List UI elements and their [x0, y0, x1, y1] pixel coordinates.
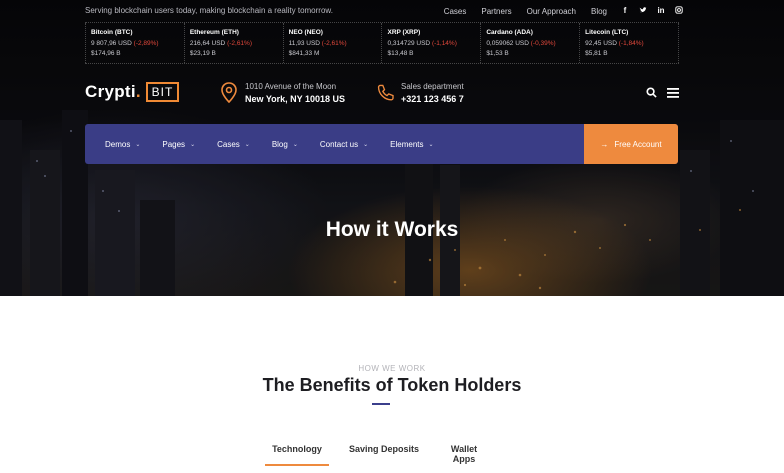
nav-item-label: Demos [105, 139, 131, 149]
nav-item-blog[interactable]: Blog ⌄ [272, 140, 298, 149]
coin-price: 0,059062 USD (-0,39%) [486, 40, 579, 47]
site-logo[interactable]: Crypti. BIT [85, 82, 180, 102]
top-link-blog[interactable]: Blog [591, 7, 607, 16]
top-link-partners[interactable]: Partners [481, 7, 511, 16]
nav-item-label: Pages [162, 139, 186, 149]
instagram-icon[interactable] [675, 6, 683, 16]
coin-name: Ethereum (ETH) [189, 29, 239, 36]
chevron-down-icon: ⌄ [135, 141, 141, 148]
coin-market-cap: $174,96 B [91, 50, 121, 57]
feature-tabs: Technology Saving Deposits Wallet Apps [265, 438, 489, 466]
coin-price-value: 92,45 USD [585, 40, 617, 47]
sales-label: Sales department [401, 82, 464, 91]
crypto-ticker: Bitcoin (BTC) 9 807,96 USD (-2,89%) $174… [85, 22, 679, 64]
nav-item-cases[interactable]: Cases ⌄ [217, 140, 250, 149]
address-block: 1010 Avenue of the Moon New York, NY 100… [220, 82, 345, 104]
address-line1: 1010 Avenue of the Moon [245, 82, 337, 91]
coin-price-value: 216,64 USD [189, 40, 226, 47]
sales-block: Sales department +321 123 456 7 [376, 82, 464, 104]
tab-wallet-apps[interactable]: Wallet Apps [439, 438, 489, 466]
linkedin-icon[interactable]: in [657, 6, 665, 16]
nav-item-demos[interactable]: Demos ⌄ [105, 140, 140, 149]
coin-name: Litecoin (LTC) [585, 29, 629, 36]
header-actions [646, 87, 679, 98]
chevron-down-icon: ⌄ [428, 141, 434, 148]
title-underline [372, 403, 390, 405]
logo-dot: . [135, 82, 141, 101]
coin-market-cap: $5,81 B [585, 50, 608, 57]
coin-market-cap: $13,48 B [387, 50, 414, 57]
nav-item-contact-us[interactable]: Contact us ⌄ [320, 140, 368, 149]
free-account-label: Free Account [614, 139, 662, 149]
chevron-down-icon: ⌄ [190, 141, 196, 148]
tab-saving-deposits[interactable]: Saving Deposits [329, 438, 439, 466]
main-nav: Demos ⌄ Pages ⌄ Cases ⌄ Blog ⌄ Contact us ⌄ E… [85, 124, 678, 164]
coin-change: (-2,89%) [133, 40, 159, 47]
coin-price-value: 11,93 USD [288, 40, 320, 47]
nav-item-label: Cases [217, 139, 240, 149]
coin-market-cap: $23,19 B [189, 50, 216, 57]
nav-item-label: Contact us [319, 139, 359, 149]
hero-banner: Serving blockchain users today, making b… [0, 0, 784, 296]
chevron-down-icon: ⌄ [363, 141, 369, 148]
page-title: How it Works [325, 218, 459, 241]
coin-price: 216,64 USD (-2,61%) [190, 40, 283, 47]
coin-change: (-2,61%) [227, 40, 252, 47]
address-text: 1010 Avenue of the Moon New York, NY 100… [245, 82, 345, 104]
ticker-item: Ethereum (ETH) 216,64 USD (-2,61%) $23,1… [185, 23, 284, 63]
ticker-item: XRP (XRP) 0,314729 USD (-1,14%) $13,48 B [382, 23, 482, 63]
coin-name: Bitcoin (BTC) [91, 29, 133, 36]
top-link-cases[interactable]: Cases [444, 7, 467, 16]
coin-change: (-2,61%) [321, 40, 347, 47]
map-pin-icon [221, 82, 237, 104]
free-account-button[interactable]: → Free Account [584, 124, 678, 164]
chevron-down-icon: ⌄ [292, 141, 298, 148]
section-eyebrow: HOW WE WORK [358, 364, 426, 373]
top-bar: Serving blockchain users today, making b… [85, 6, 683, 18]
coin-change: (-0,39%) [530, 40, 556, 47]
hamburger-menu-icon[interactable] [667, 87, 679, 98]
logo-text: Crypti [85, 82, 136, 101]
coin-price-value: 9 807,96 USD [91, 40, 132, 47]
coin-name: Cardano (ADA) [486, 29, 533, 36]
section-title: The Benefits of Token Holders [262, 375, 522, 395]
nav-item-pages[interactable]: Pages ⌄ [162, 140, 195, 149]
top-link-our-approach[interactable]: Our Approach [527, 7, 576, 16]
top-nav: Cases Partners Our Approach Blog f in [429, 6, 683, 16]
coin-change: (-1,14%) [431, 40, 457, 47]
nav-item-label: Elements [390, 139, 424, 149]
arrow-right-icon: → [600, 139, 609, 149]
phone-icon [377, 84, 394, 101]
nav-item-label: Blog [271, 139, 288, 149]
nav-item-elements[interactable]: Elements ⌄ [390, 140, 433, 149]
coin-price-value: 0,059062 USD [486, 40, 529, 47]
coin-market-cap: $841,33 M [288, 50, 320, 57]
ticker-item: Bitcoin (BTC) 9 807,96 USD (-2,89%) $174… [85, 23, 185, 63]
chevron-down-icon: ⌄ [244, 141, 250, 148]
coin-price: 9 807,96 USD (-2,89%) [91, 40, 184, 47]
coin-price: 11,93 USD (-2,61%) [289, 40, 382, 47]
coin-price-value: 0,314729 USD [387, 40, 431, 47]
coin-price: 0,314729 USD (-1,14%) [387, 40, 480, 47]
search-icon[interactable] [646, 87, 657, 98]
sales-phone[interactable]: +321 123 456 7 [401, 94, 464, 104]
coin-market-cap: $1,53 B [486, 50, 509, 57]
coin-name: NEO (NEO) [288, 29, 323, 36]
logo-badge: BIT [145, 82, 180, 102]
ticker-item: NEO (NEO) 11,93 USD (-2,61%) $841,33 M [284, 23, 383, 63]
header: Crypti. BIT 1010 Avenue of the Moon New … [85, 80, 679, 108]
coin-price: 92,45 USD (-1,84%) [585, 40, 678, 47]
ticker-item: Litecoin (LTC) 92,45 USD (-1,84%) $5,81 … [580, 23, 679, 63]
coin-name: XRP (XRP) [387, 29, 421, 36]
coin-change: (-1,84%) [618, 40, 644, 47]
tagline: Serving blockchain users today, making b… [85, 6, 333, 15]
sales-text: Sales department +321 123 456 7 [401, 82, 464, 104]
tab-technology[interactable]: Technology [265, 438, 329, 466]
social-links: f in [621, 6, 683, 16]
nav-menu: Demos ⌄ Pages ⌄ Cases ⌄ Blog ⌄ Contact us ⌄ E… [85, 124, 584, 164]
ticker-item: Cardano (ADA) 0,059062 USD (-0,39%) $1,5… [481, 23, 581, 63]
facebook-icon[interactable]: f [621, 6, 629, 16]
twitter-icon[interactable] [639, 6, 647, 16]
address-line2: New York, NY 10018 US [245, 94, 346, 104]
